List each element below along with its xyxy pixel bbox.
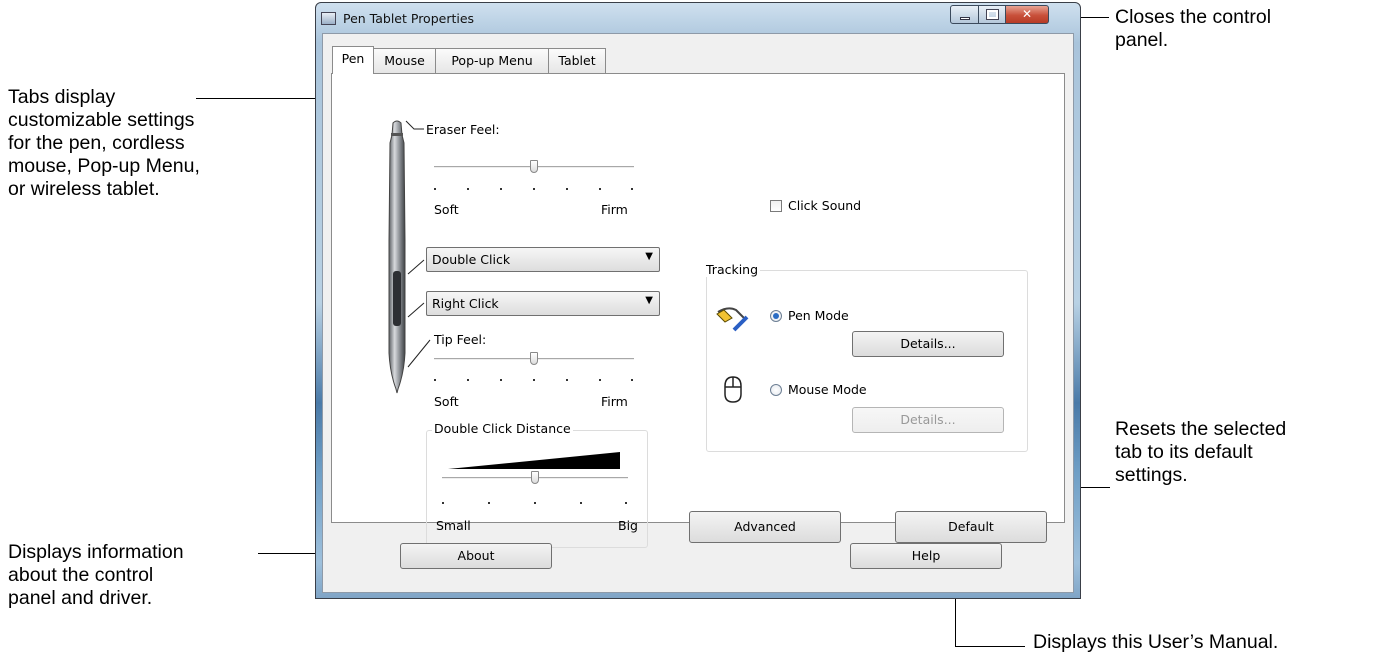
tick bbox=[631, 188, 633, 190]
eraser-feel-max-label: Firm bbox=[601, 202, 628, 217]
tick bbox=[488, 502, 490, 504]
tick bbox=[580, 502, 582, 504]
close-button[interactable]: ✕ bbox=[1005, 5, 1049, 24]
maximize-icon bbox=[979, 6, 1005, 23]
tick bbox=[500, 379, 502, 381]
pen-mode-label[interactable]: Pen Mode bbox=[788, 308, 849, 323]
chevron-down-icon: ▼ bbox=[645, 295, 653, 306]
tracking-label: Tracking bbox=[704, 262, 761, 277]
tab-mouse[interactable]: Mouse bbox=[373, 48, 436, 73]
lower-side-switch-value: Right Click bbox=[432, 296, 499, 311]
advanced-button[interactable]: Advanced bbox=[689, 511, 841, 543]
mouse-mode-radio[interactable] bbox=[770, 384, 782, 396]
tip-feel-min-label: Soft bbox=[434, 394, 459, 409]
mouse-mode-details-button[interactable]: Details... bbox=[852, 407, 1004, 433]
tick bbox=[533, 188, 535, 190]
tab-popup-menu[interactable]: Pop-up Menu bbox=[435, 48, 549, 73]
upper-side-switch-select[interactable]: Double Click ▼ bbox=[426, 247, 660, 272]
tick bbox=[566, 188, 568, 190]
mouse-mode-label[interactable]: Mouse Mode bbox=[788, 382, 867, 397]
pen-mode-icon bbox=[716, 307, 749, 332]
tick bbox=[467, 188, 469, 190]
double-click-distance-label: Double Click Distance bbox=[432, 421, 573, 436]
click-sound-checkbox[interactable] bbox=[770, 200, 782, 212]
leader-help-h bbox=[955, 646, 1025, 647]
distance-wedge-icon bbox=[448, 452, 620, 469]
pen-mode-details-button[interactable]: Details... bbox=[852, 331, 1004, 357]
default-button[interactable]: Default bbox=[895, 511, 1047, 543]
properties-window: Pen Tablet Properties ✕ Pen Mouse Pop-up… bbox=[315, 2, 1081, 599]
tick bbox=[566, 379, 568, 381]
minimize-icon bbox=[951, 6, 978, 23]
callout-help: Displays this User’s Manual. bbox=[1033, 631, 1279, 653]
distance-thumb[interactable] bbox=[531, 471, 539, 484]
upper-side-switch-value: Double Click bbox=[432, 252, 511, 267]
tick bbox=[533, 379, 535, 381]
tick bbox=[625, 502, 627, 504]
leader-close bbox=[1081, 17, 1109, 18]
eraser-feel-label: Eraser Feel: bbox=[426, 122, 500, 137]
help-button[interactable]: Help bbox=[850, 543, 1002, 569]
tick bbox=[434, 188, 436, 190]
callout-about: Displays information about the control p… bbox=[8, 541, 184, 609]
click-sound-label[interactable]: Click Sound bbox=[788, 198, 861, 213]
callout-default: Resets the selected tab to its default s… bbox=[1115, 418, 1287, 486]
tip-feel-label: Tip Feel: bbox=[434, 332, 487, 347]
tab-pen[interactable]: Pen bbox=[332, 46, 374, 74]
pen-leader-lines bbox=[405, 120, 431, 368]
maximize-button[interactable] bbox=[978, 5, 1006, 24]
tip-feel-max-label: Firm bbox=[601, 394, 628, 409]
radio-selected-dot bbox=[773, 313, 779, 319]
callout-tabs: Tabs display customizable settings for t… bbox=[8, 86, 200, 200]
callout-close: Closes the control panel. bbox=[1115, 6, 1272, 51]
pen-mode-radio[interactable] bbox=[770, 310, 782, 322]
tab-tablet[interactable]: Tablet bbox=[548, 48, 606, 73]
eraser-feel-thumb[interactable] bbox=[530, 160, 538, 173]
minimize-button[interactable] bbox=[950, 5, 979, 24]
lower-side-switch-select[interactable]: Right Click ▼ bbox=[426, 291, 660, 316]
distance-min-label: Small bbox=[436, 518, 471, 533]
tick bbox=[599, 379, 601, 381]
chevron-down-icon: ▼ bbox=[645, 251, 653, 262]
app-window-icon bbox=[321, 12, 336, 25]
tick bbox=[434, 379, 436, 381]
title-bar[interactable]: Pen Tablet Properties ✕ bbox=[316, 3, 1080, 33]
tip-feel-thumb[interactable] bbox=[530, 352, 538, 365]
tick bbox=[442, 502, 444, 504]
eraser-feel-min-label: Soft bbox=[434, 202, 459, 217]
tick bbox=[599, 188, 601, 190]
dialog-client-area: Pen Mouse Pop-up Menu Tablet Eraser Feel… bbox=[322, 33, 1074, 593]
tick bbox=[631, 379, 633, 381]
mouse-mode-icon bbox=[724, 376, 742, 403]
distance-max-label: Big bbox=[618, 518, 638, 533]
pen-tab-panel: Eraser Feel: Soft Firm Double Click ▼ Ri bbox=[331, 73, 1065, 548]
tick bbox=[534, 502, 536, 504]
window-title: Pen Tablet Properties bbox=[343, 11, 475, 26]
about-button[interactable]: About bbox=[400, 543, 552, 569]
tick bbox=[467, 379, 469, 381]
tick bbox=[500, 188, 502, 190]
close-icon: ✕ bbox=[1021, 7, 1033, 21]
